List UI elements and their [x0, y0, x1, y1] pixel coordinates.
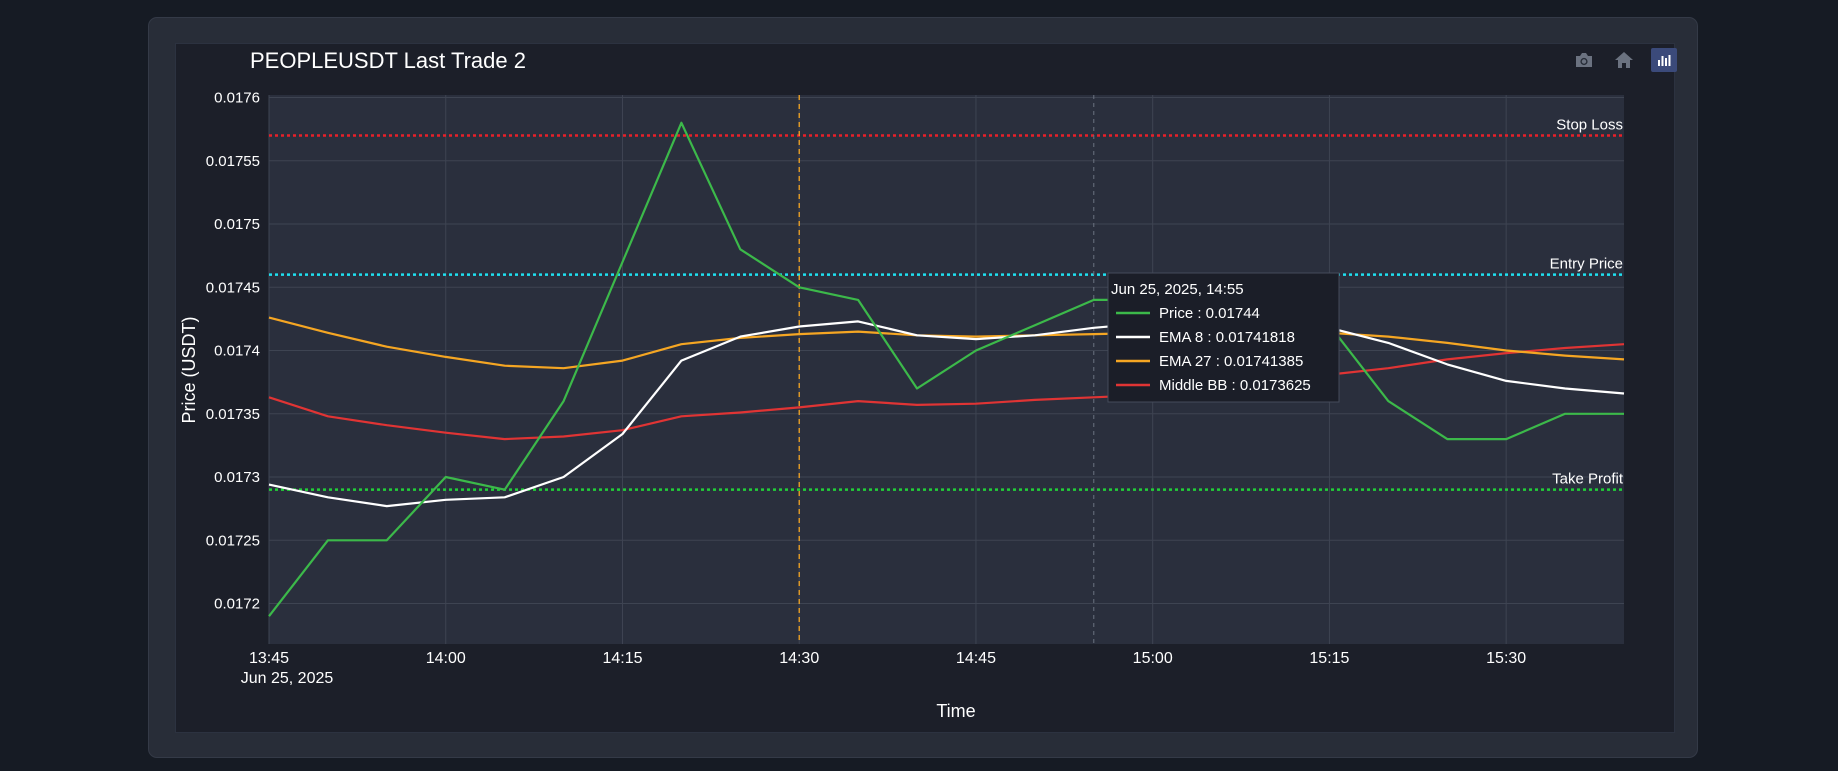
x-tick-label: 15:00	[1133, 650, 1173, 667]
y-tick-label: 0.01735	[206, 406, 260, 423]
download-plot-button[interactable]	[1571, 48, 1597, 72]
chart-svg[interactable]: Stop LossEntry PriceTake Profit 0.01720.…	[0, 0, 1838, 771]
x-tick-sublabel: Jun 25, 2025	[241, 670, 334, 687]
y-tick-label: 0.0176	[214, 90, 260, 107]
plotly-logo-button[interactable]	[1651, 48, 1677, 72]
y-tick-label: 0.01725	[206, 532, 260, 549]
y-tick-label: 0.0172	[214, 596, 260, 613]
x-tick-label: 14:45	[956, 650, 996, 667]
x-axis-title: Time	[936, 701, 975, 721]
stop-loss-label: Stop Loss	[1556, 116, 1623, 133]
x-tick-label: 13:45	[249, 650, 289, 667]
reset-axes-button[interactable]	[1611, 48, 1637, 72]
x-tick-label: 14:15	[602, 650, 642, 667]
y-tick-label: 0.01745	[206, 279, 260, 296]
entry-label: Entry Price	[1550, 256, 1623, 273]
y-tick-label: 0.0175	[214, 216, 260, 233]
take-profit-label: Take Profit	[1552, 471, 1624, 488]
chart-title: PEOPLEUSDT Last Trade 2	[250, 48, 526, 73]
x-tick-label: 14:00	[426, 650, 466, 667]
modebar	[1571, 48, 1677, 72]
hover-tooltip: Jun 25, 2025, 14:55 Price : 0.01744 EMA 8 …	[1107, 272, 1340, 403]
y-tick-label: 0.0174	[214, 343, 260, 360]
x-tick-label: 14:30	[779, 650, 819, 667]
y-tick-label: 0.0173	[214, 469, 260, 486]
x-tick-label: 15:30	[1486, 650, 1526, 667]
y-tick-label: 0.01755	[206, 153, 260, 170]
y-axis-title: Price (USDT)	[179, 317, 199, 424]
x-tick-label: 15:15	[1309, 650, 1349, 667]
tooltip-header: Jun 25, 2025, 14:55	[1111, 281, 1244, 298]
tooltip-row: Middle BB : 0.0173625	[1159, 377, 1311, 394]
tooltip-row: EMA 8 : 0.01741818	[1159, 329, 1295, 346]
home-icon	[1615, 52, 1633, 68]
plotly-logo-icon	[1658, 55, 1671, 66]
tooltip-row: Price : 0.01744	[1159, 305, 1260, 322]
y-tick-labels: 0.0172 0.01725 0.0173 0.01735 0.0174 0.01745 0…	[206, 90, 260, 613]
camera-icon	[1576, 53, 1592, 67]
tooltip-row: EMA 27 : 0.01741385	[1159, 353, 1303, 370]
x-tick-labels: 13:45 14:00 14:15 14:30 14:45 15:00 15:15 15:30	[249, 650, 1526, 667]
